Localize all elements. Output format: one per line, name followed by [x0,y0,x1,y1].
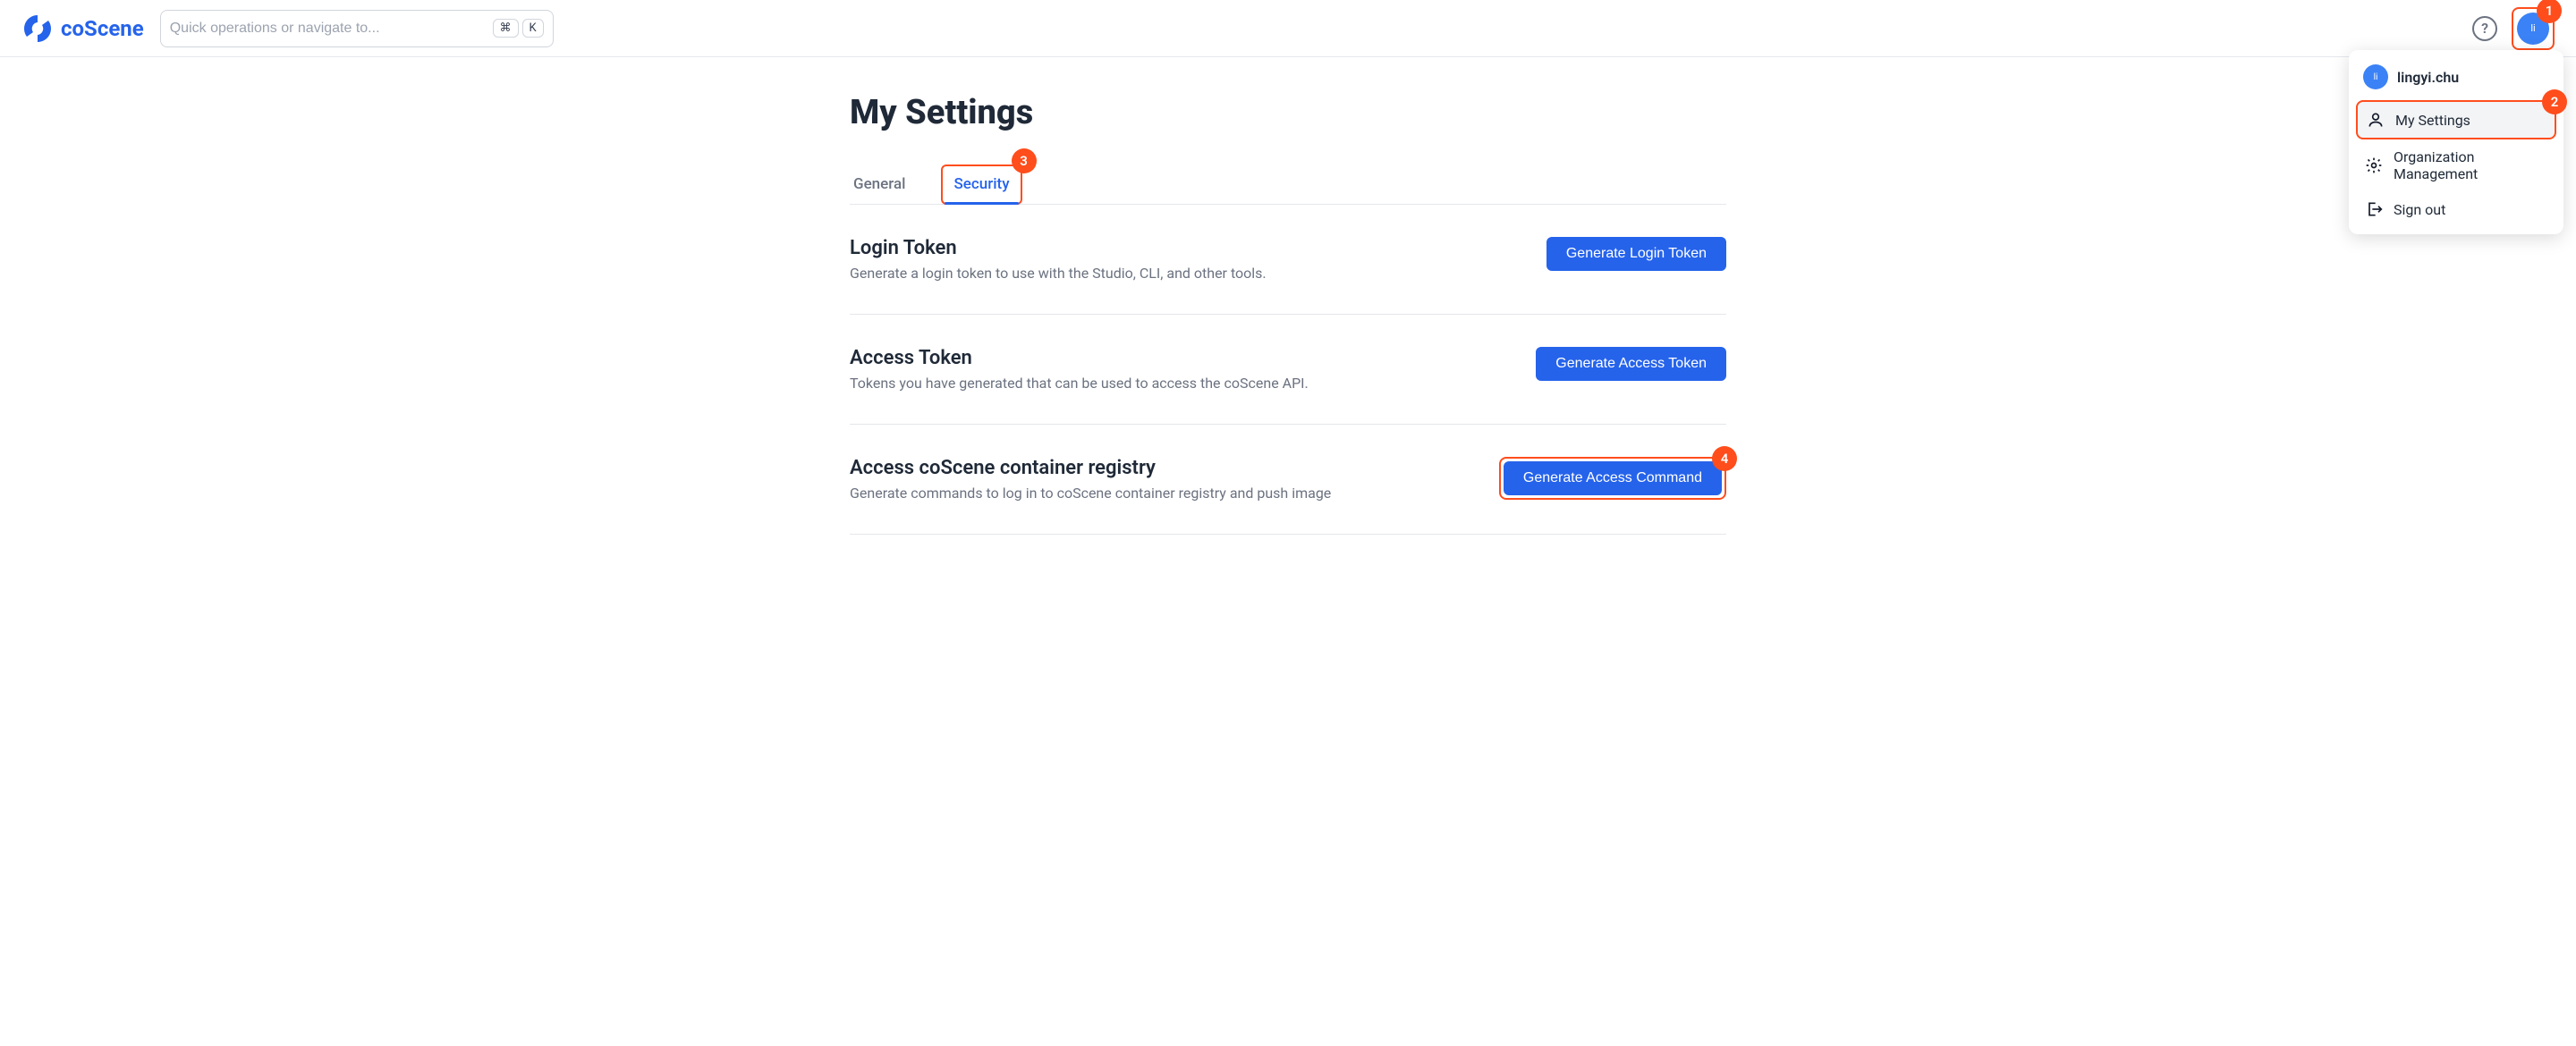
button-wrapper: Generate Access Token [1536,347,1726,381]
main-content: My Settings General Security 3 Login Tok… [850,57,1726,570]
kbd-cmd: ⌘ [493,19,519,38]
user-dropdown: li lingyi.chu My Settings 2 Organizatio [2349,50,2563,234]
callout-badge-4: 4 [1712,446,1737,471]
dropdown-item-sign-out[interactable]: Sign out [2356,191,2556,227]
dropdown-avatar: li [2363,64,2388,89]
topbar-right: ? li 1 [2472,7,2555,50]
search-box[interactable]: ⌘ K [160,10,554,47]
section-title: Login Token [850,237,1267,259]
tab-security[interactable]: Security 3 [941,164,1021,205]
section-title: Access Token [850,347,1309,369]
section-desc: Tokens you have generated that can be us… [850,375,1309,392]
tab-label: General [853,175,905,193]
button-wrapper: Generate Login Token [1546,237,1726,271]
callout-badge-3: 3 [1012,148,1037,173]
dropdown-avatar-initials: li [2374,72,2378,82]
section-title: Access coScene container registry [850,457,1331,479]
tab-general[interactable]: General [850,164,909,204]
section-text: Access coScene container registry Genera… [850,457,1331,502]
logo[interactable]: coScene [21,13,144,45]
page-title: My Settings [850,93,1726,132]
avatar-initials: li [2530,22,2535,34]
section-desc: Generate a login token to use with the S… [850,265,1267,282]
generate-login-token-button[interactable]: Generate Login Token [1546,237,1726,271]
search-input[interactable] [170,21,493,37]
logo-text: coScene [61,16,144,41]
search-shortcut: ⌘ K [493,19,544,38]
logo-icon [21,13,54,45]
callout-badge-2: 2 [2542,89,2567,114]
tab-label: Security [953,175,1009,193]
section-access-token: Access Token Tokens you have generated t… [850,315,1726,425]
generate-access-token-button[interactable]: Generate Access Token [1536,347,1726,381]
button-callout-wrapper: Generate Access Command 4 [1499,457,1726,500]
dropdown-item-label: Sign out [2394,201,2445,218]
sign-out-icon [2365,200,2383,218]
dropdown-item-org-management[interactable]: Organization Management [2356,139,2556,191]
kbd-k: K [522,19,544,38]
user-icon [2367,111,2385,129]
dropdown-item-my-settings[interactable]: My Settings 2 [2356,100,2556,139]
settings-tabs: General Security 3 [850,164,1726,205]
dropdown-header: li lingyi.chu [2356,57,2556,100]
help-button[interactable]: ? [2472,16,2497,41]
generate-access-command-button[interactable]: Generate Access Command [1504,461,1722,495]
section-container-registry: Access coScene container registry Genera… [850,425,1726,535]
callout-badge-1: 1 [2537,0,2562,23]
avatar-callout-wrapper: li 1 [2512,7,2555,50]
section-text: Login Token Generate a login token to us… [850,237,1267,282]
section-desc: Generate commands to log in to coScene c… [850,485,1331,502]
dropdown-item-label: My Settings [2395,112,2470,129]
section-login-token: Login Token Generate a login token to us… [850,205,1726,315]
dropdown-username: lingyi.chu [2397,69,2459,86]
dropdown-item-label: Organization Management [2394,148,2547,182]
section-text: Access Token Tokens you have generated t… [850,347,1309,392]
help-icon: ? [2481,20,2488,37]
topbar: coScene ⌘ K ? li 1 li lingyi.chu [0,0,2576,57]
gear-icon [2365,156,2383,174]
